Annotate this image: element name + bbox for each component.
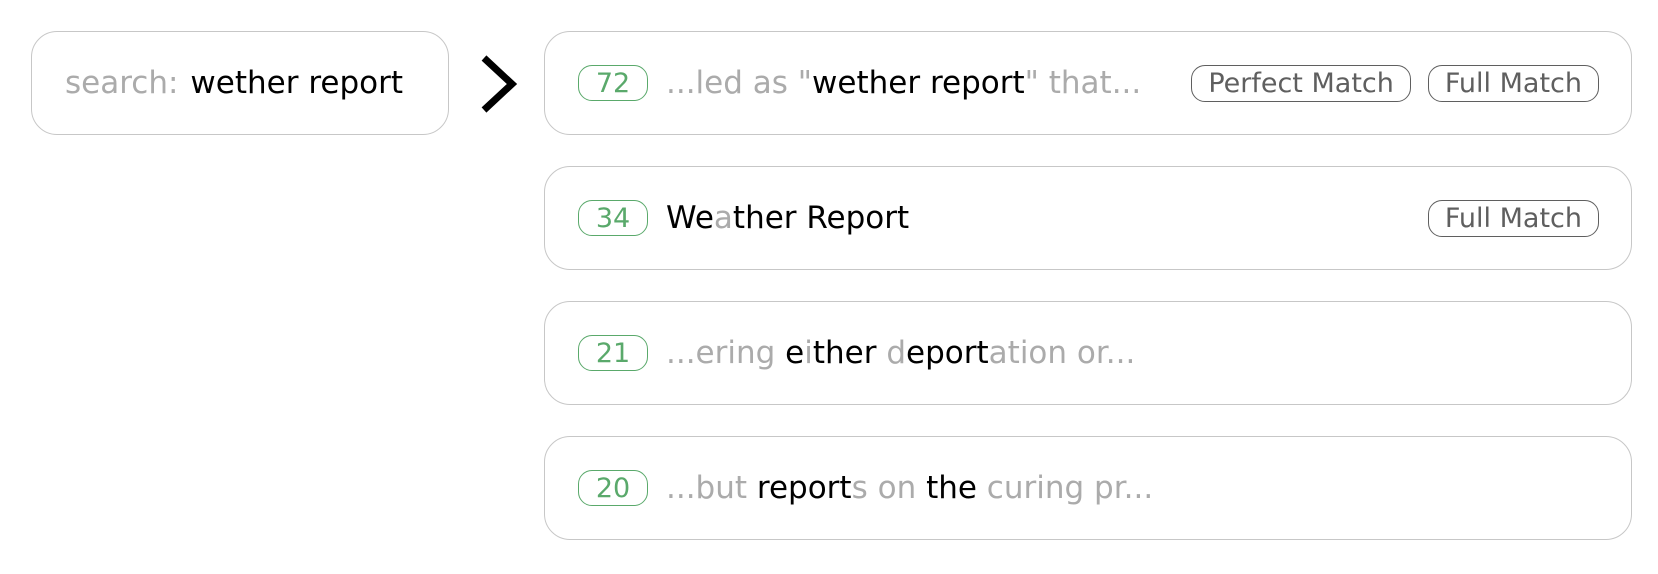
snippet-context-text: d bbox=[886, 335, 907, 371]
search-label: search: bbox=[65, 65, 179, 101]
snippet-match-text: ther bbox=[812, 335, 887, 371]
snippet-match-text: e bbox=[785, 335, 805, 371]
snippet-match-text: ther Report bbox=[732, 200, 910, 236]
snippet-match-text: report bbox=[756, 470, 852, 506]
result-card[interactable]: 34 Weather Report Full Match bbox=[544, 166, 1632, 270]
snippet-context-text: ation or... bbox=[988, 335, 1136, 371]
snippet-context-text: curing pr... bbox=[976, 470, 1154, 506]
result-card[interactable]: 20 ...but reports on the curing pr... bbox=[544, 436, 1632, 540]
score-badge: 20 bbox=[578, 470, 648, 506]
search-query-box[interactable]: search: wether report bbox=[31, 31, 449, 135]
snippet-context-text: ...but bbox=[666, 470, 757, 506]
result-snippet: ...ering either deportation or... bbox=[666, 335, 1135, 371]
snippet-match-text: wether report bbox=[812, 65, 1025, 101]
result-snippet: ...led as "wether report" that... bbox=[666, 65, 1141, 101]
score-badge: 72 bbox=[578, 65, 648, 101]
result-card[interactable]: 21 ...ering either deportation or... bbox=[544, 301, 1632, 405]
snippet-context-text: a bbox=[713, 200, 733, 236]
search-query-text: wether report bbox=[190, 65, 404, 101]
match-type-badge: Perfect Match bbox=[1191, 64, 1411, 102]
snippet-match-text: We bbox=[666, 200, 714, 236]
result-snippet: Weather Report bbox=[666, 200, 909, 236]
match-type-badge: Full Match bbox=[1427, 64, 1599, 102]
chevron-right-icon bbox=[481, 55, 518, 113]
match-type-badge: Full Match bbox=[1427, 199, 1599, 237]
score-badge: 34 bbox=[578, 200, 648, 236]
snippet-match-text: the bbox=[926, 470, 977, 506]
snippet-context-text: ...ering bbox=[666, 335, 786, 371]
snippet-match-text: eport bbox=[906, 335, 989, 371]
score-badge: 21 bbox=[578, 335, 648, 371]
snippet-context-text: ...led as " bbox=[666, 65, 813, 101]
result-card[interactable]: 72 ...led as "wether report" that... Perfe… bbox=[544, 31, 1632, 135]
snippet-context-text: i bbox=[804, 335, 813, 371]
snippet-context-text: s on bbox=[851, 470, 927, 506]
result-snippet: ...but reports on the curing pr... bbox=[666, 470, 1153, 506]
results-list: 72 ...led as "wether report" that... Perfe… bbox=[544, 31, 1632, 571]
snippet-context-text: " that... bbox=[1024, 65, 1142, 101]
